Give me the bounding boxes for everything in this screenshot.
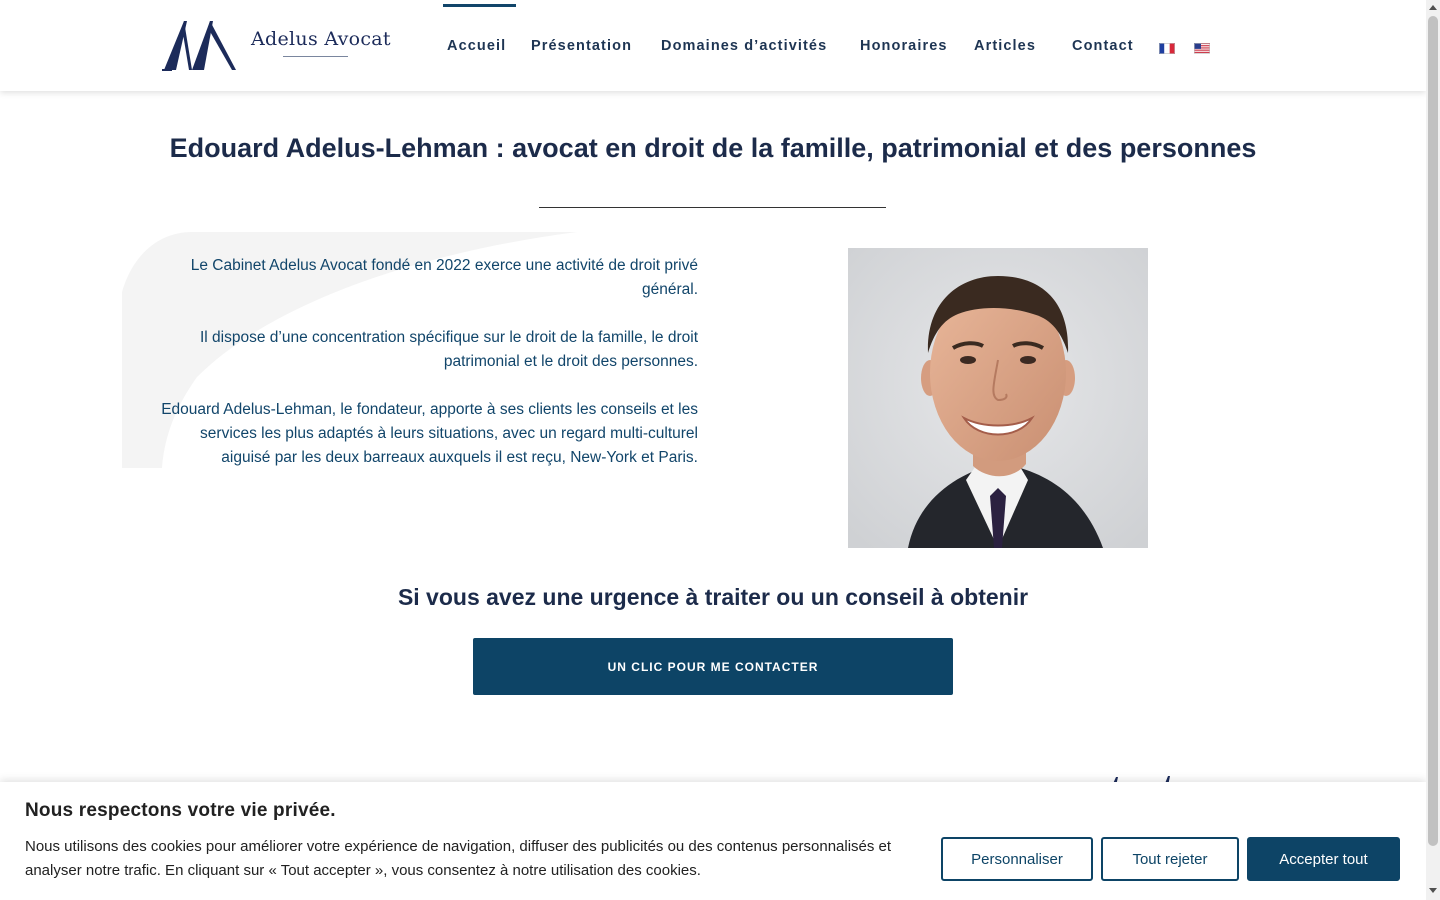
intro-paragraph: Le Cabinet Adelus Avocat fondé en 2022 e… (190, 257, 698, 298)
scrollbar-thumb[interactable] (1428, 16, 1438, 846)
nav-item-accueil[interactable]: Accueil (447, 38, 506, 54)
double-a-monogram-icon (162, 21, 236, 71)
nav-item-honoraires[interactable]: Honoraires (860, 38, 948, 54)
site-logo[interactable]: Adelus Avocat (162, 16, 391, 74)
page-scrollbar[interactable] (1426, 0, 1440, 900)
lawyer-portrait (848, 248, 1148, 548)
intro-text: Le Cabinet Adelus Avocat fondé en 2022 e… (160, 254, 698, 494)
cta-heading: Si vous avez une urgence à traiter ou un… (397, 584, 1029, 610)
title-divider (539, 207, 886, 208)
nav-item-articles[interactable]: Articles (974, 38, 1036, 54)
cookie-consent-banner: Nous respectons votre vie privée. Nous u… (0, 782, 1426, 900)
customize-cookies-button[interactable]: Personnaliser (941, 837, 1093, 881)
reject-all-cookies-button[interactable]: Tout rejeter (1101, 837, 1239, 881)
accept-all-cookies-button[interactable]: Accepter tout (1247, 837, 1400, 881)
intro-paragraph: Il dispose d’une concentration spécifiqu… (200, 329, 698, 370)
contact-cta-button[interactable]: UN CLIC POUR ME CONTACTER (473, 638, 953, 695)
page-title: Edouard Adelus-Lehman : avocat en droit … (169, 133, 1257, 163)
scroll-up-arrow-icon[interactable] (1429, 5, 1437, 10)
cookie-banner-text: Nous utilisons des cookies pour améliore… (25, 838, 892, 879)
active-nav-indicator (443, 4, 516, 7)
intro-paragraph: Edouard Adelus-Lehman, le fondateur, app… (161, 401, 698, 466)
flag-fr-icon[interactable] (1159, 41, 1175, 54)
logo-underline (283, 56, 348, 57)
flag-us-icon[interactable] (1194, 41, 1210, 54)
logo-text: Adelus Avocat (251, 28, 391, 50)
site-header: Adelus Avocat Accueil Présentation Domai… (0, 0, 1426, 91)
nav-item-presentation[interactable]: Présentation (531, 38, 632, 54)
cookie-banner-title: Nous respectons votre vie privée. (25, 800, 336, 821)
nav-item-domaines[interactable]: Domaines d’activités (661, 38, 827, 54)
nav-item-contact[interactable]: Contact (1072, 38, 1134, 54)
scroll-down-arrow-icon[interactable] (1429, 888, 1437, 893)
